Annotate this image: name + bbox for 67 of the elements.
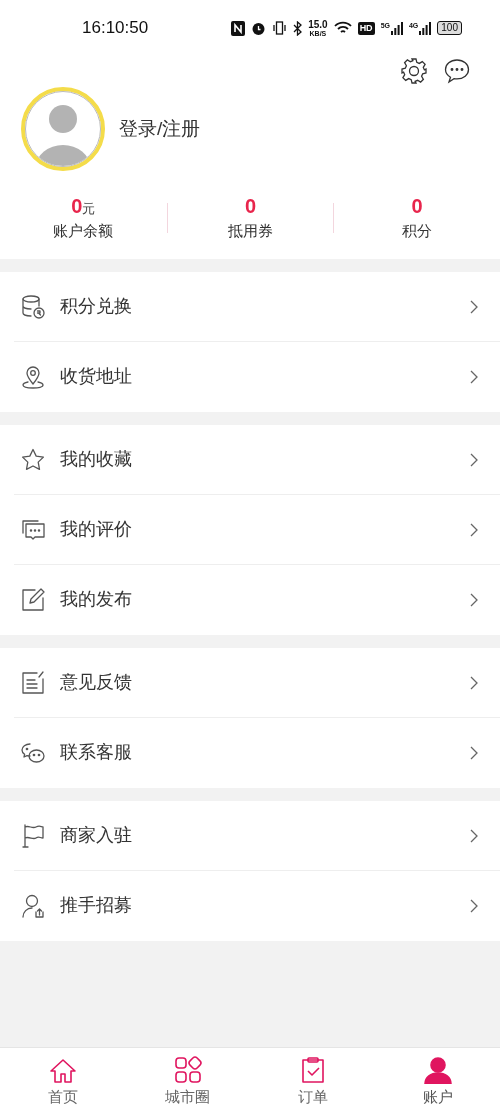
menu-item[interactable]: 我的评价 [0,494,500,565]
stat-value: 0 [71,194,83,218]
note-edit-icon [20,669,46,696]
menu-item[interactable]: 我的发布 [0,564,500,635]
network-speed: 15.0 [308,19,328,30]
stat-label: 积分 [402,221,433,241]
chevron-right-icon [470,369,478,384]
status-time: 16:10:50 [82,17,149,40]
menu-item[interactable]: 推手招募 [0,870,500,941]
edit-icon [20,586,46,613]
chevron-right-icon [470,299,478,314]
tab-label: 城市圈 [165,1086,210,1107]
tab-item[interactable]: 账户 [375,1048,500,1116]
menu-label: 收货地址 [60,365,132,388]
bluetooth-icon [293,20,303,36]
menu-label: 积分兑换 [60,295,132,318]
chevron-right-icon [470,522,478,537]
menu-label: 我的发布 [60,588,132,611]
stat-label: 账户余额 [53,221,114,241]
vibrate-icon [272,21,288,35]
menu-label: 推手招募 [60,894,132,917]
chevron-right-icon [470,675,478,690]
tab-item[interactable]: 城市圈 [125,1048,250,1116]
menu-item[interactable]: 商家入驻 [0,800,500,871]
menu-item[interactable]: 积分兑换 [0,271,500,342]
tab-item[interactable]: 订单 [250,1048,375,1116]
stat-label: 抵用券 [228,221,273,241]
stat-value: 0 [244,194,257,218]
menu-item[interactable]: 意见反馈 [0,647,500,718]
user-upload-icon [20,892,46,919]
signal-icon [390,21,403,35]
stat-unit: 元 [82,200,96,218]
menu-label: 意见反馈 [60,671,132,694]
menu-item[interactable]: 联系客服 [0,717,500,788]
battery-indicator: 100 [437,21,462,35]
stat-value: 0 [411,194,423,218]
home-icon [48,1057,77,1084]
alarm-icon [251,20,267,36]
signal-icon [419,21,432,35]
tab-label: 账户 [422,1086,453,1107]
settings-icon[interactable] [400,57,428,85]
wifi-icon [333,21,352,35]
menu-label: 商家入驻 [60,824,132,847]
hd-badge: HD [357,21,375,35]
grid-icon [173,1055,202,1084]
clipboard-check-icon [299,1055,326,1084]
chevron-right-icon [470,745,478,760]
tab-label: 订单 [297,1086,328,1107]
chevron-right-icon [470,898,478,913]
database-coin-icon [20,293,46,320]
tab-item[interactable]: 首页 [0,1048,125,1116]
nfc-icon [231,20,246,36]
message-icon[interactable] [444,58,470,84]
menu-item[interactable]: 收货地址 [0,341,500,412]
login-link[interactable]: 登录/注册 [119,114,201,144]
chevron-right-icon [470,828,478,843]
menu-item[interactable]: 我的收藏 [0,424,500,495]
person-icon [423,1055,452,1084]
menu-label: 联系客服 [60,741,132,764]
flag-icon [20,822,46,849]
star-icon [20,446,46,473]
chevron-right-icon [470,452,478,467]
menu-label: 我的收藏 [60,448,132,471]
chevron-right-icon [470,592,478,607]
menu-label: 我的评价 [60,518,132,541]
tab-label: 首页 [47,1086,78,1107]
location-pin-icon [20,363,46,390]
